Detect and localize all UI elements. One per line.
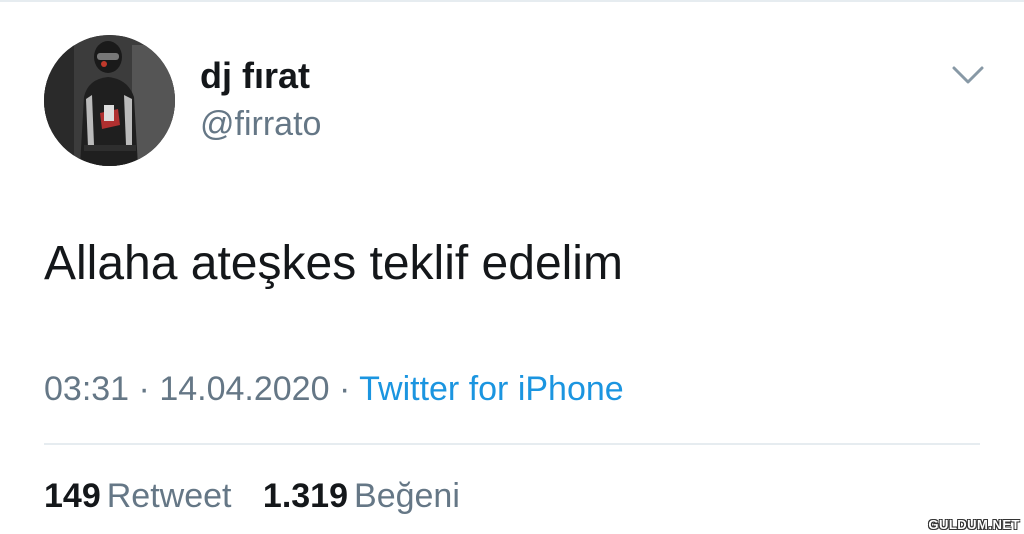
likes-stat[interactable]: 1.319 Beğeni <box>263 475 460 517</box>
retweets-count: 149 <box>44 477 101 515</box>
retweets-label: Retweet <box>106 477 232 515</box>
stats-divider <box>44 443 980 445</box>
tweet-time[interactable]: 03:31 <box>44 370 129 408</box>
tweet-source-link[interactable]: Twitter for iPhone <box>359 370 624 408</box>
tweet-date[interactable]: 14.04.2020 <box>159 370 329 408</box>
likes-label: Beğeni <box>354 477 460 515</box>
meta-separator: · <box>138 370 150 408</box>
avatar-photo <box>44 35 175 166</box>
meta-separator: · <box>338 370 351 408</box>
user-handle[interactable]: @firrato <box>200 104 321 144</box>
tweet-meta: 03:31 · 14.04.2020 · Twitter for iPhone <box>44 368 624 410</box>
likes-count: 1.319 <box>262 477 349 515</box>
tweet-text: Allaha ateşkes teklif edelim <box>44 237 623 290</box>
top-divider <box>0 0 1024 2</box>
chevron-down-icon[interactable] <box>950 62 986 90</box>
retweets-stat[interactable]: 149 Retweet <box>44 475 231 517</box>
tweet-stats: 149 Retweet 1.319 Beğeni <box>44 475 460 517</box>
watermark: GULDUM.NET <box>928 517 1020 532</box>
avatar[interactable] <box>44 35 175 166</box>
display-name[interactable]: dj fırat <box>200 56 310 96</box>
